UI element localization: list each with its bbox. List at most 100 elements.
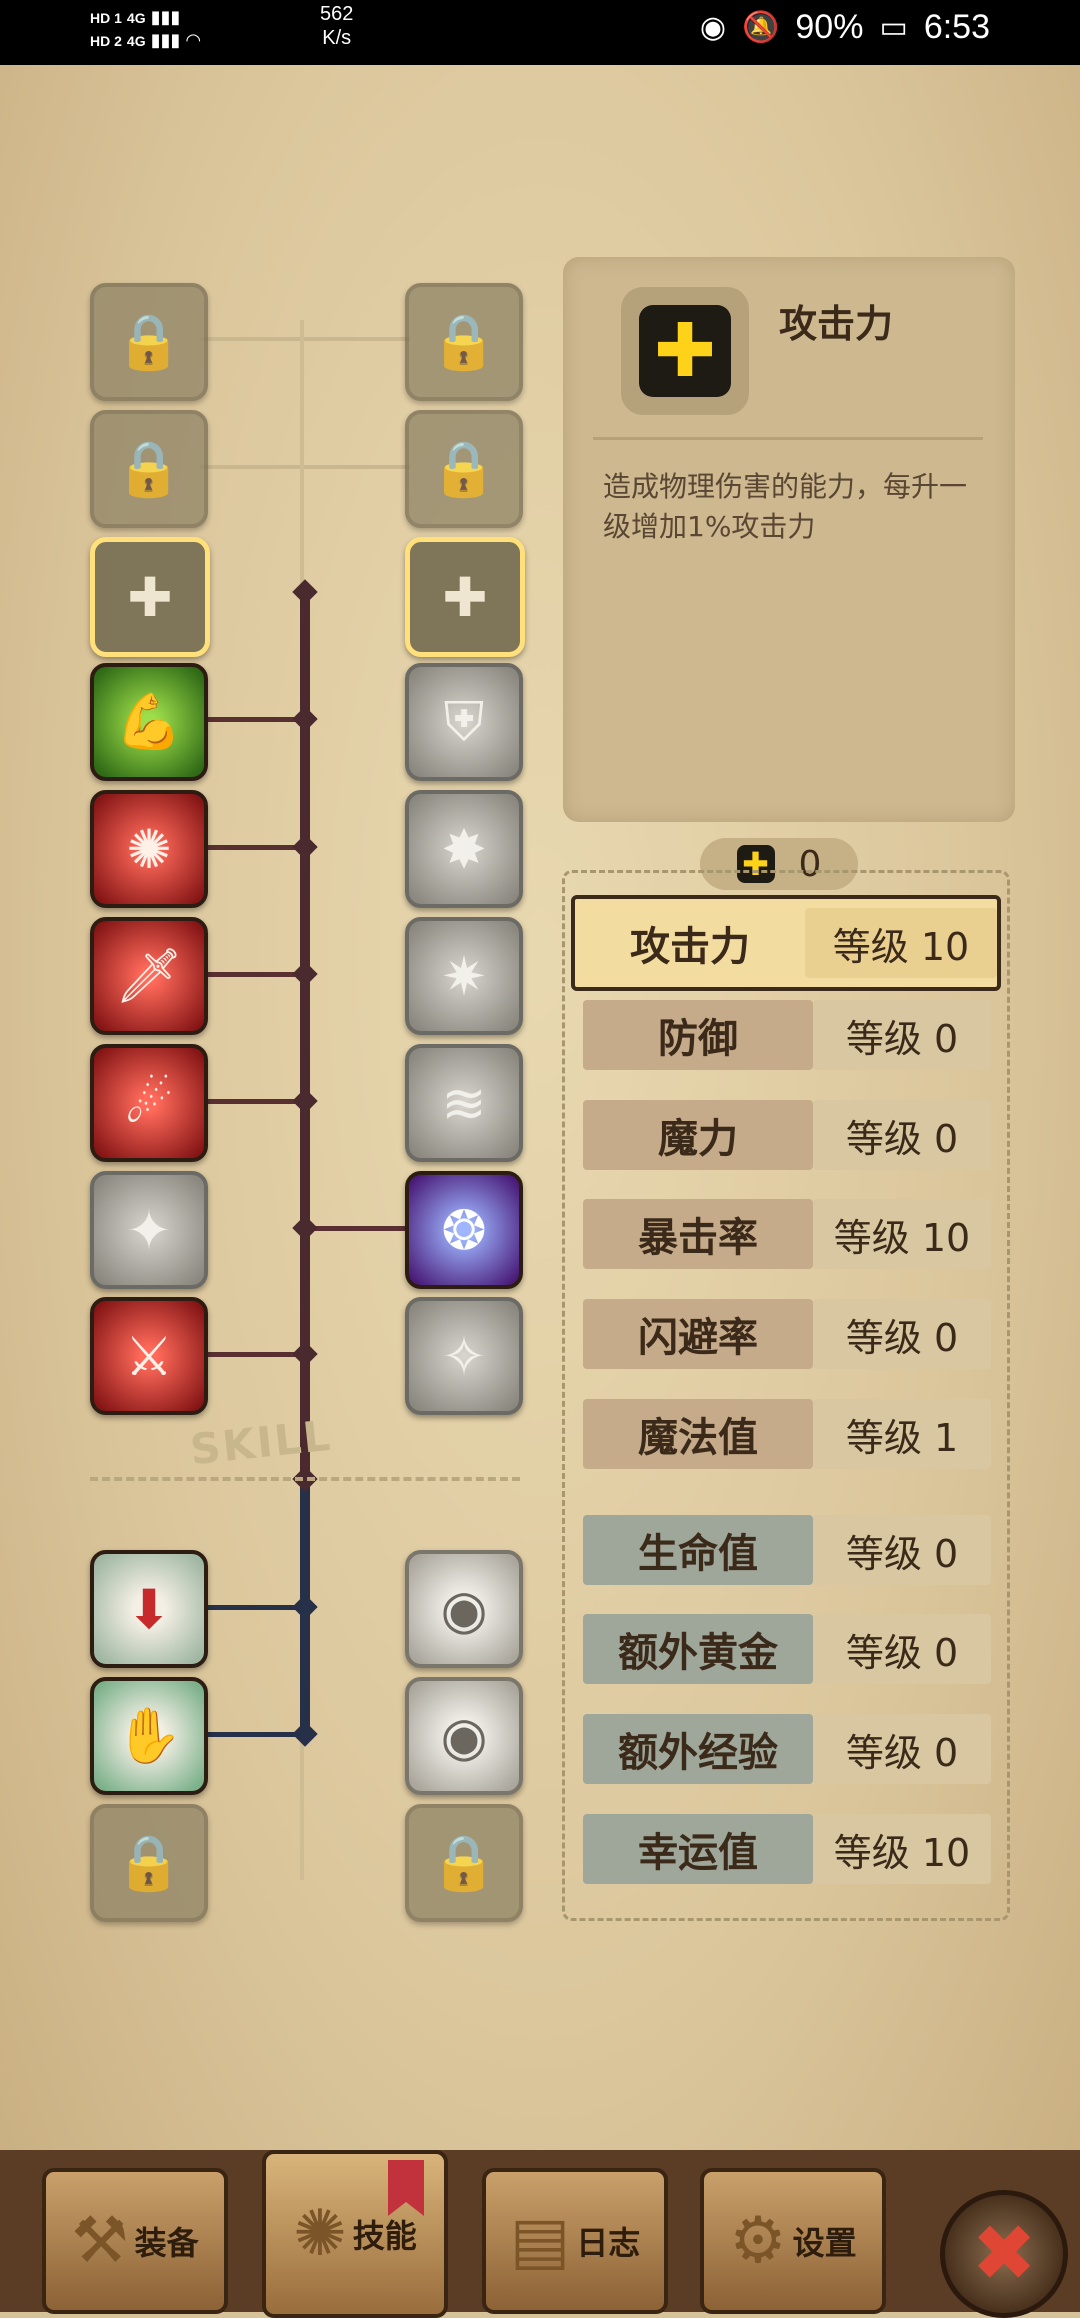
tab-equipment[interactable]: ⚒ 装备 [42,2168,228,2314]
tree-node [292,1088,318,1114]
axe-icon: ⚒ [71,2204,129,2278]
gear-icon: ⚙ [729,2204,787,2278]
status-right: ◉ 🔕 90% ▭ 6:53 [700,8,990,47]
dash-skill-tile[interactable]: ☄ [90,1044,208,1162]
close-button[interactable]: ✖ [940,2190,1068,2318]
locked-skill-tile[interactable]: 🔒 [405,410,523,528]
magic-skill-tile[interactable]: ❂ [405,1171,523,1289]
stat-level: 等级 0 [813,1614,991,1684]
tab-label: 设置 [792,2224,857,2262]
locked-skill-tile[interactable]: 🔒 [405,283,523,401]
burst-icon: ✷ [441,944,487,1008]
stat-row-dodge-rate[interactable]: 闪避率 等级 0 [583,1294,991,1374]
battery-icon: ▭ [879,11,908,44]
eye-icon: ◉ [440,1577,488,1641]
eye-chest-skill-tile[interactable]: ◉ [405,1550,523,1668]
plus-icon: ✚ [127,565,173,629]
stat-level: 等级 0 [813,1299,991,1369]
skill-icon: ✺ [293,2197,347,2271]
slash-skill-tile[interactable]: ✺ [90,790,208,908]
stat-level: 等级 0 [813,1515,991,1585]
blast-figure-icon: ✸ [441,817,487,881]
clock: 6:53 [923,8,990,46]
skill-info-panel: ✚ 攻击力 造成物理伤害的能力，每升一级增加1%攻击力 [563,257,1015,822]
skill-watermark: SKILL [187,1410,335,1475]
stat-label: 生命值 [583,1515,813,1585]
lightning-figure-icon: ✦ [126,1198,172,1262]
sword-skill-tile[interactable]: ⚔ [90,1297,208,1415]
divider [593,437,983,440]
battery-percent: 90% [795,8,864,46]
chest-skill-tile[interactable]: ⬇ [90,1550,208,1668]
inactive-skill-tile[interactable]: ≋ [405,1044,523,1162]
locked-ability-tile[interactable]: ✦ [90,1171,208,1289]
lock-icon: 🔒 [430,1831,498,1894]
spirit-orb-icon: ❂ [441,1198,487,1262]
available-skill-tile[interactable]: ✚ [405,537,525,657]
tree-node [292,1341,318,1367]
locked-skill-tile[interactable]: 🔒 [405,1804,523,1922]
locked-skill-tile[interactable]: 🔒 [90,1804,208,1922]
stat-label: 攻击力 [575,908,805,978]
plus-icon: ✚ [639,305,731,397]
inactive-skill-tile[interactable]: ✧ [405,1297,523,1415]
available-skill-tile[interactable]: ✚ [90,537,210,657]
stat-row-hp[interactable]: 生命值 等级 0 [583,1510,991,1590]
eye-icon: ◉ [699,11,727,44]
stat-level: 等级 0 [813,1000,991,1070]
stat-row-crit-rate[interactable]: 暴击率 等级 10 [583,1194,991,1274]
lock-icon: 🔒 [115,310,183,373]
strength-skill-tile[interactable]: 💪 [90,663,208,781]
stat-level: 等级 0 [813,1100,991,1170]
tab-log[interactable]: ▤ 日志 [482,2168,668,2314]
stat-level: 等级 10 [813,1814,991,1884]
book-icon: ▤ [509,2204,571,2278]
locked-skill-tile[interactable]: 🔒 [90,410,208,528]
close-icon: ✖ [971,2209,1037,2299]
stat-row-extra-gold[interactable]: 额外黄金 等级 0 [583,1609,991,1689]
tree-node [292,706,318,732]
stat-row-extra-exp[interactable]: 额外经验 等级 0 [583,1709,991,1789]
plus-icon: ✚ [442,565,488,629]
stats-list: 攻击力 等级 10 防御 等级 0 魔力 等级 0 暴击率 等级 10 闪避率 … [562,870,1010,1921]
dagger-skill-tile[interactable]: 🗡 [90,917,208,1035]
skill-title: 攻击力 [779,302,894,346]
stat-label: 防御 [583,1000,813,1070]
dash-icon: ☄ [124,1071,174,1135]
lock-icon: 🔒 [430,437,498,500]
stat-label: 暴击率 [583,1199,813,1269]
stat-row-mana[interactable]: 魔法值 等级 1 [583,1394,991,1474]
inactive-skill-tile[interactable]: ⛨ [405,663,523,781]
tab-label: 日志 [576,2224,641,2262]
section-divider [90,1477,520,1481]
eye-chest-skill-tile[interactable]: ◉ [405,1677,523,1795]
stat-level: 等级 1 [813,1399,991,1469]
tree-node [292,1594,318,1620]
tree-node [292,1721,318,1747]
tab-settings[interactable]: ⚙ 设置 [700,2168,886,2314]
stat-row-luck[interactable]: 幸运值 等级 10 [583,1809,991,1889]
wind-icon: ≋ [441,1071,487,1135]
lock-icon: 🔒 [115,1831,183,1894]
skill-tree: SKILL 🔒 🔒 ✚ 💪 ✺ 🗡 ☄ ✦ ⚔ ⬇ ✋ 🔒 🔒 🔒 ✚ ⛨ ✸ … [0,0,560,2000]
hand-chest-icon: ✋ [115,1704,183,1767]
tree-node [292,579,318,605]
dagger-icon: 🗡 [114,944,184,1007]
locked-skill-tile[interactable]: 🔒 [90,283,208,401]
tab-label: 技能 [352,2217,417,2255]
eye-icon: ◉ [440,1704,488,1768]
stat-row-magic-power[interactable]: 魔力 等级 0 [583,1095,991,1175]
tab-label: 装备 [134,2224,199,2262]
chest-grab-skill-tile[interactable]: ✋ [90,1677,208,1795]
stat-label: 闪避率 [583,1299,813,1369]
stat-label: 额外经验 [583,1714,813,1784]
skill-description: 造成物理伤害的能力，每升一级增加1%攻击力 [603,470,968,543]
lock-icon: 🔒 [430,310,498,373]
inactive-skill-tile[interactable]: ✷ [405,917,523,1035]
inactive-skill-tile[interactable]: ✸ [405,790,523,908]
claw-slash-icon: ✺ [126,817,172,881]
sparkle-icon: ✧ [441,1324,487,1388]
tree-node [292,1215,318,1241]
stat-row-attack[interactable]: 攻击力 等级 10 [571,895,1001,991]
stat-row-defense[interactable]: 防御 等级 0 [583,995,991,1075]
